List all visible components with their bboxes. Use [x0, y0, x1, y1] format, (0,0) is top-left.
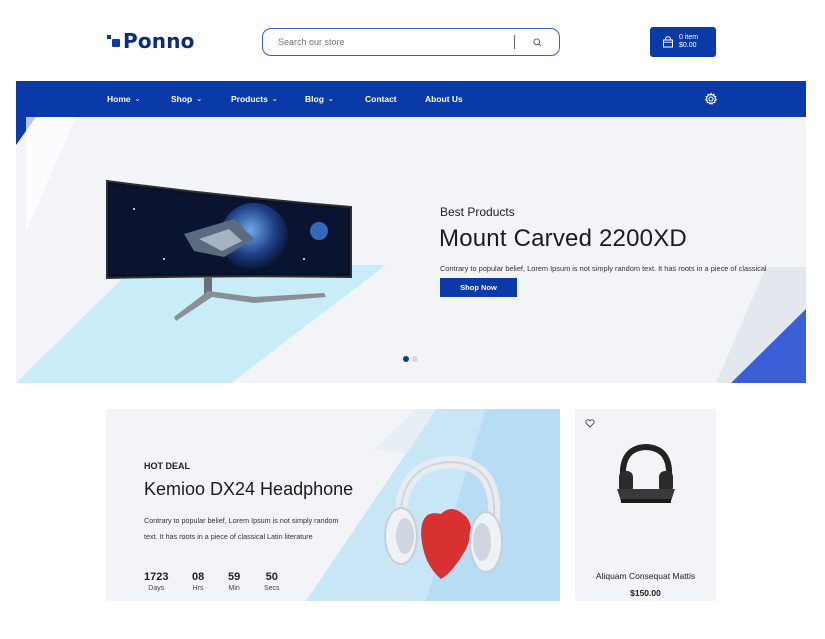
headphone-image	[384, 455, 503, 579]
main-nav: Home ⌄ Shop ⌄ Products ⌄ Blog ⌄ Contact Abou…	[16, 81, 806, 117]
nav-item-home[interactable]: Home ⌄	[107, 81, 141, 117]
nav-label: Shop	[171, 94, 193, 104]
chevron-down-icon: ⌄	[327, 96, 334, 103]
countdown-value: 50	[265, 571, 278, 583]
product-image	[617, 443, 675, 503]
nav-item-products[interactable]: Products ⌄	[231, 81, 278, 117]
cart-button[interactable]: 0 item $0.00	[650, 27, 716, 57]
nav-label: About Us	[425, 94, 463, 104]
slider-pagination	[403, 356, 418, 362]
chevron-down-icon: ⌄	[196, 96, 203, 103]
deal-title: Kemioo DX24 Headphone	[144, 479, 354, 499]
logo-mark-icon	[107, 34, 121, 48]
hot-deal-banner: HOT DEAL Kemioo DX24 Headphone Contrary …	[106, 409, 560, 601]
curved-monitor-image	[106, 179, 352, 321]
deal-description: Contrary to popular belief, Lorem Ipsum …	[144, 516, 339, 541]
gear-icon[interactable]	[704, 92, 718, 106]
chevron-down-icon: ⌄	[271, 96, 278, 103]
search-icon	[533, 37, 541, 46]
nav-label: Contact	[365, 94, 397, 104]
countdown-hours: 08 Hrs	[192, 571, 204, 592]
slider-dot-active[interactable]	[403, 356, 409, 362]
search-input[interactable]	[263, 37, 515, 47]
nav-item-contact[interactable]: Contact	[365, 81, 397, 117]
nav-label: Products	[231, 94, 268, 104]
countdown-value: 1723	[144, 571, 169, 583]
brand-name: Ponno	[123, 29, 195, 53]
product-price: $150.00	[630, 588, 661, 598]
product-card[interactable]: Aliquam Consequat Mattis $150.00	[575, 409, 716, 601]
shop-now-button[interactable]: Shop Now	[440, 278, 517, 297]
deal-tag: HOT DEAL	[144, 461, 190, 471]
nav-label: Blog	[305, 94, 324, 104]
nav-item-about-us[interactable]: About Us	[425, 81, 463, 117]
slider-dot[interactable]	[412, 356, 418, 362]
cart-total: $0.00	[679, 42, 697, 49]
countdown-label: Secs	[264, 585, 280, 592]
nav-item-shop[interactable]: Shop ⌄	[171, 81, 202, 117]
countdown-label: Days	[148, 585, 165, 592]
chevron-down-icon: ⌄	[134, 96, 141, 103]
search-bar	[262, 28, 560, 56]
nav-item-blog[interactable]: Blog ⌄	[305, 81, 334, 117]
hero-description: Contrary to popular belief, Lorem Ipsum …	[440, 264, 767, 273]
heart-icon[interactable]	[585, 419, 595, 428]
cart-summary: 0 item $0.00	[679, 34, 698, 50]
countdown-label: Min	[228, 585, 240, 592]
search-button[interactable]	[515, 37, 559, 47]
countdown-seconds: 50 Secs	[264, 571, 280, 592]
brand-logo[interactable]: Ponno	[107, 29, 195, 53]
cart-item-count: 0 item	[679, 34, 699, 41]
countdown-value: 08	[192, 571, 205, 583]
product-name[interactable]: Aliquam Consequat Mattis	[575, 571, 716, 581]
hero-title: Mount Carved 2200XD	[439, 225, 687, 252]
shopping-bag-icon	[663, 36, 673, 48]
countdown-minutes: 59 Min	[228, 571, 240, 592]
hero-subtitle: Best Products	[440, 205, 515, 219]
countdown-value: 59	[228, 571, 241, 583]
countdown-label: Hrs	[192, 585, 204, 592]
nav-label: Home	[107, 94, 131, 104]
countdown-days: 1723 Days	[144, 571, 168, 592]
hero-slider: Best Products Mount Carved 2200XD Contra…	[16, 117, 806, 383]
